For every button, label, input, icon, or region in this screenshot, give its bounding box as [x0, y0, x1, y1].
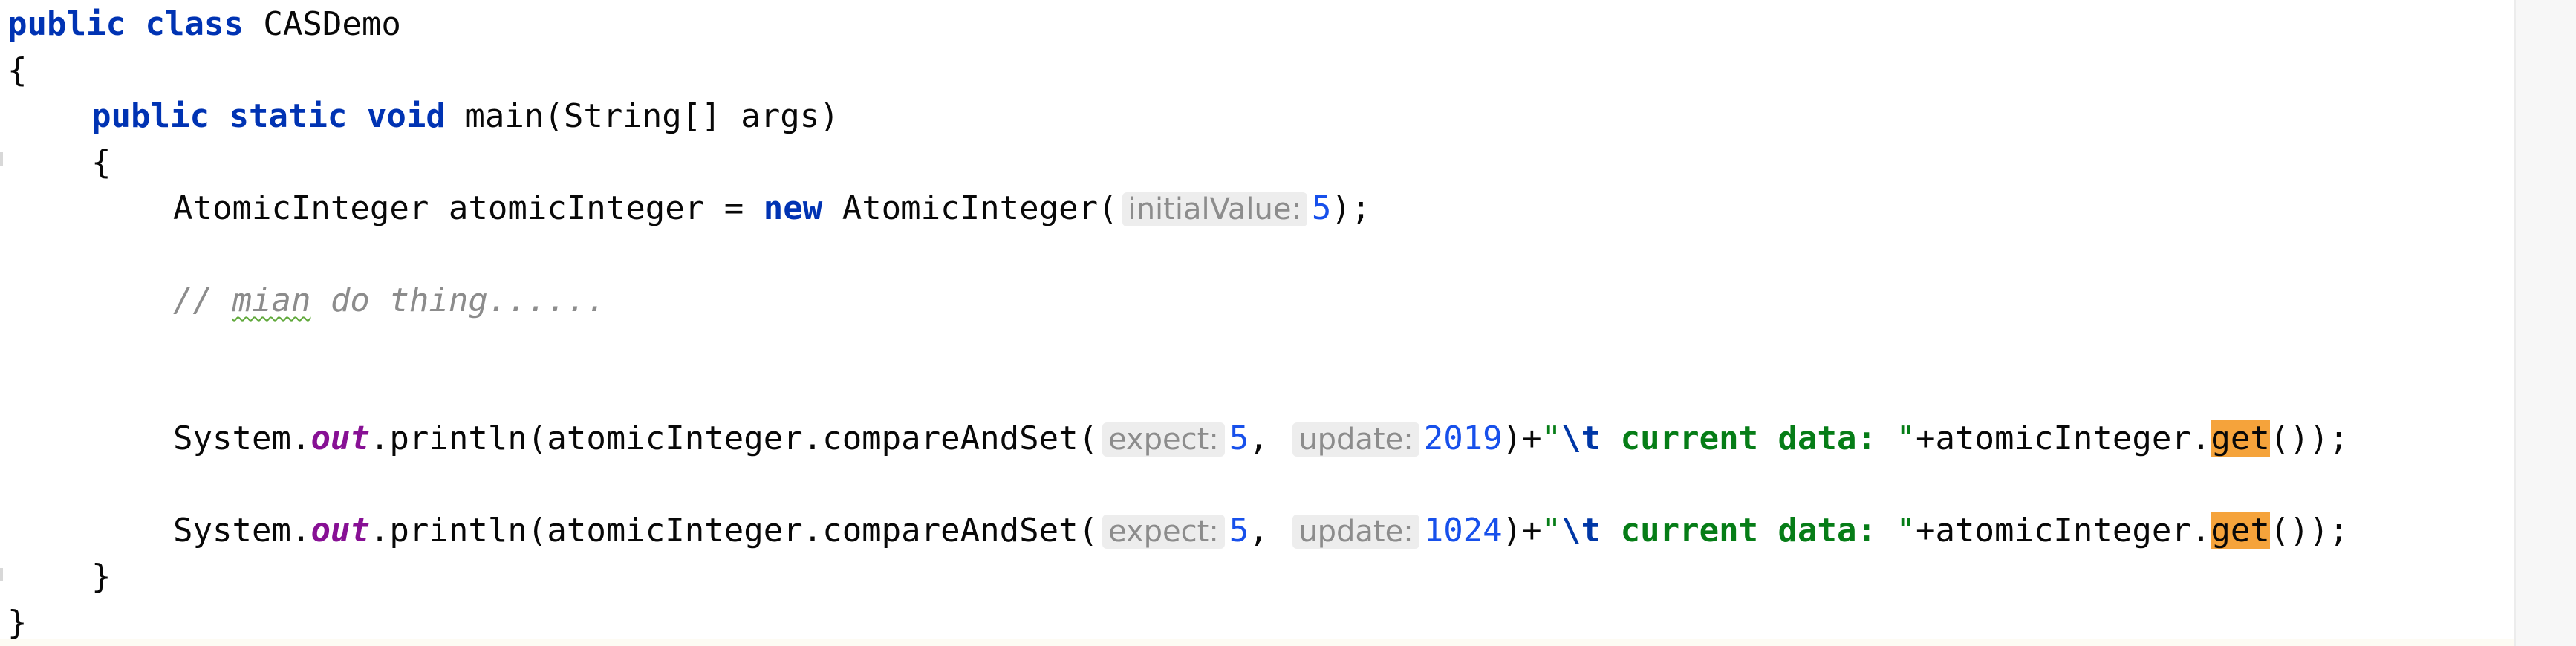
- editor-bottom-edge: [0, 639, 2514, 646]
- brace: {: [7, 51, 27, 89]
- method-signature: main(String[] args): [465, 97, 839, 135]
- code-line-comment[interactable]: // mian do thing......: [173, 278, 606, 324]
- inlay-hint-initial-value: initialValue:: [1122, 192, 1307, 226]
- concat-operator: )+: [1502, 420, 1542, 457]
- number-literal: 1024: [1423, 512, 1503, 549]
- keyword-void: void: [366, 97, 446, 135]
- static-field-out: out: [310, 420, 370, 457]
- number-literal: 5: [1229, 512, 1249, 549]
- brace: }: [91, 558, 111, 596]
- system-ref: System.: [173, 420, 311, 457]
- comma: ,: [1249, 512, 1289, 549]
- system-ref: System.: [173, 512, 311, 549]
- brace: {: [91, 143, 111, 181]
- vertical-scrollbar[interactable]: [2514, 0, 2576, 646]
- escape-sequence: \t: [1561, 512, 1601, 549]
- concat-call: +atomicInteger.: [1916, 420, 2211, 457]
- inlay-hint-expect: expect:: [1102, 422, 1225, 457]
- brace: }: [7, 604, 27, 642]
- keyword-new: new: [763, 189, 823, 227]
- statement-end: ());: [2269, 512, 2349, 549]
- println-call: .println(atomicInteger.compareAndSet(: [369, 420, 1099, 457]
- code-line-class-open-brace[interactable]: {: [7, 48, 27, 94]
- comma: ,: [1249, 420, 1289, 457]
- class-name: CASDemo: [263, 5, 401, 43]
- string-quote-open: ": [1541, 512, 1562, 549]
- keyword-public: public: [7, 5, 126, 43]
- statement-end: ());: [2269, 420, 2349, 457]
- inlay-hint-update: update:: [1292, 515, 1419, 549]
- inlay-hint-update: update:: [1292, 422, 1419, 457]
- code-line-method-declaration[interactable]: public static void main(String[] args): [91, 94, 839, 140]
- code-line-method-open-brace[interactable]: {: [91, 140, 111, 186]
- fold-marker[interactable]: [0, 152, 3, 166]
- string-quote-close: ": [1896, 420, 1916, 457]
- concat-operator: )+: [1502, 512, 1542, 549]
- escape-sequence: \t: [1561, 420, 1601, 457]
- comment-typo-word: mian: [232, 281, 311, 319]
- code-editor[interactable]: public class CASDemo { public static voi…: [0, 0, 2514, 646]
- concat-call: +atomicInteger.: [1916, 512, 2211, 549]
- comment-prefix: //: [173, 281, 232, 319]
- number-literal: 5: [1229, 420, 1249, 457]
- code-line-atomic-declaration[interactable]: AtomicInteger atomicInteger = new Atomic…: [173, 186, 1370, 232]
- comment-rest: do thing......: [310, 281, 606, 319]
- code-line-println-1[interactable]: System.out.println(atomicInteger.compare…: [173, 416, 2349, 462]
- number-literal: 2019: [1423, 420, 1503, 457]
- constructor-call: AtomicInteger(: [842, 189, 1118, 227]
- code-line-class-declaration[interactable]: public class CASDemo: [7, 1, 401, 48]
- statement-end: );: [1331, 189, 1371, 227]
- println-call: .println(atomicInteger.compareAndSet(: [369, 512, 1099, 549]
- keyword-public: public: [91, 97, 209, 135]
- code-line-println-2[interactable]: System.out.println(atomicInteger.compare…: [173, 508, 2349, 554]
- fold-marker[interactable]: [0, 568, 3, 581]
- string-quote-close: ": [1896, 512, 1916, 549]
- number-literal: 5: [1311, 189, 1332, 227]
- string-quote-open: ": [1541, 420, 1562, 457]
- code-line-method-close-brace[interactable]: }: [91, 554, 111, 600]
- string-literal: current data:: [1601, 420, 1896, 457]
- search-highlight-get: get: [2211, 420, 2270, 457]
- inlay-hint-expect: expect:: [1102, 515, 1225, 549]
- static-field-out: out: [310, 512, 370, 549]
- keyword-static: static: [229, 97, 348, 135]
- search-highlight-get: get: [2211, 512, 2270, 549]
- keyword-class: class: [145, 5, 244, 43]
- string-literal: current data:: [1601, 512, 1896, 549]
- declaration-text: AtomicInteger atomicInteger =: [173, 189, 764, 227]
